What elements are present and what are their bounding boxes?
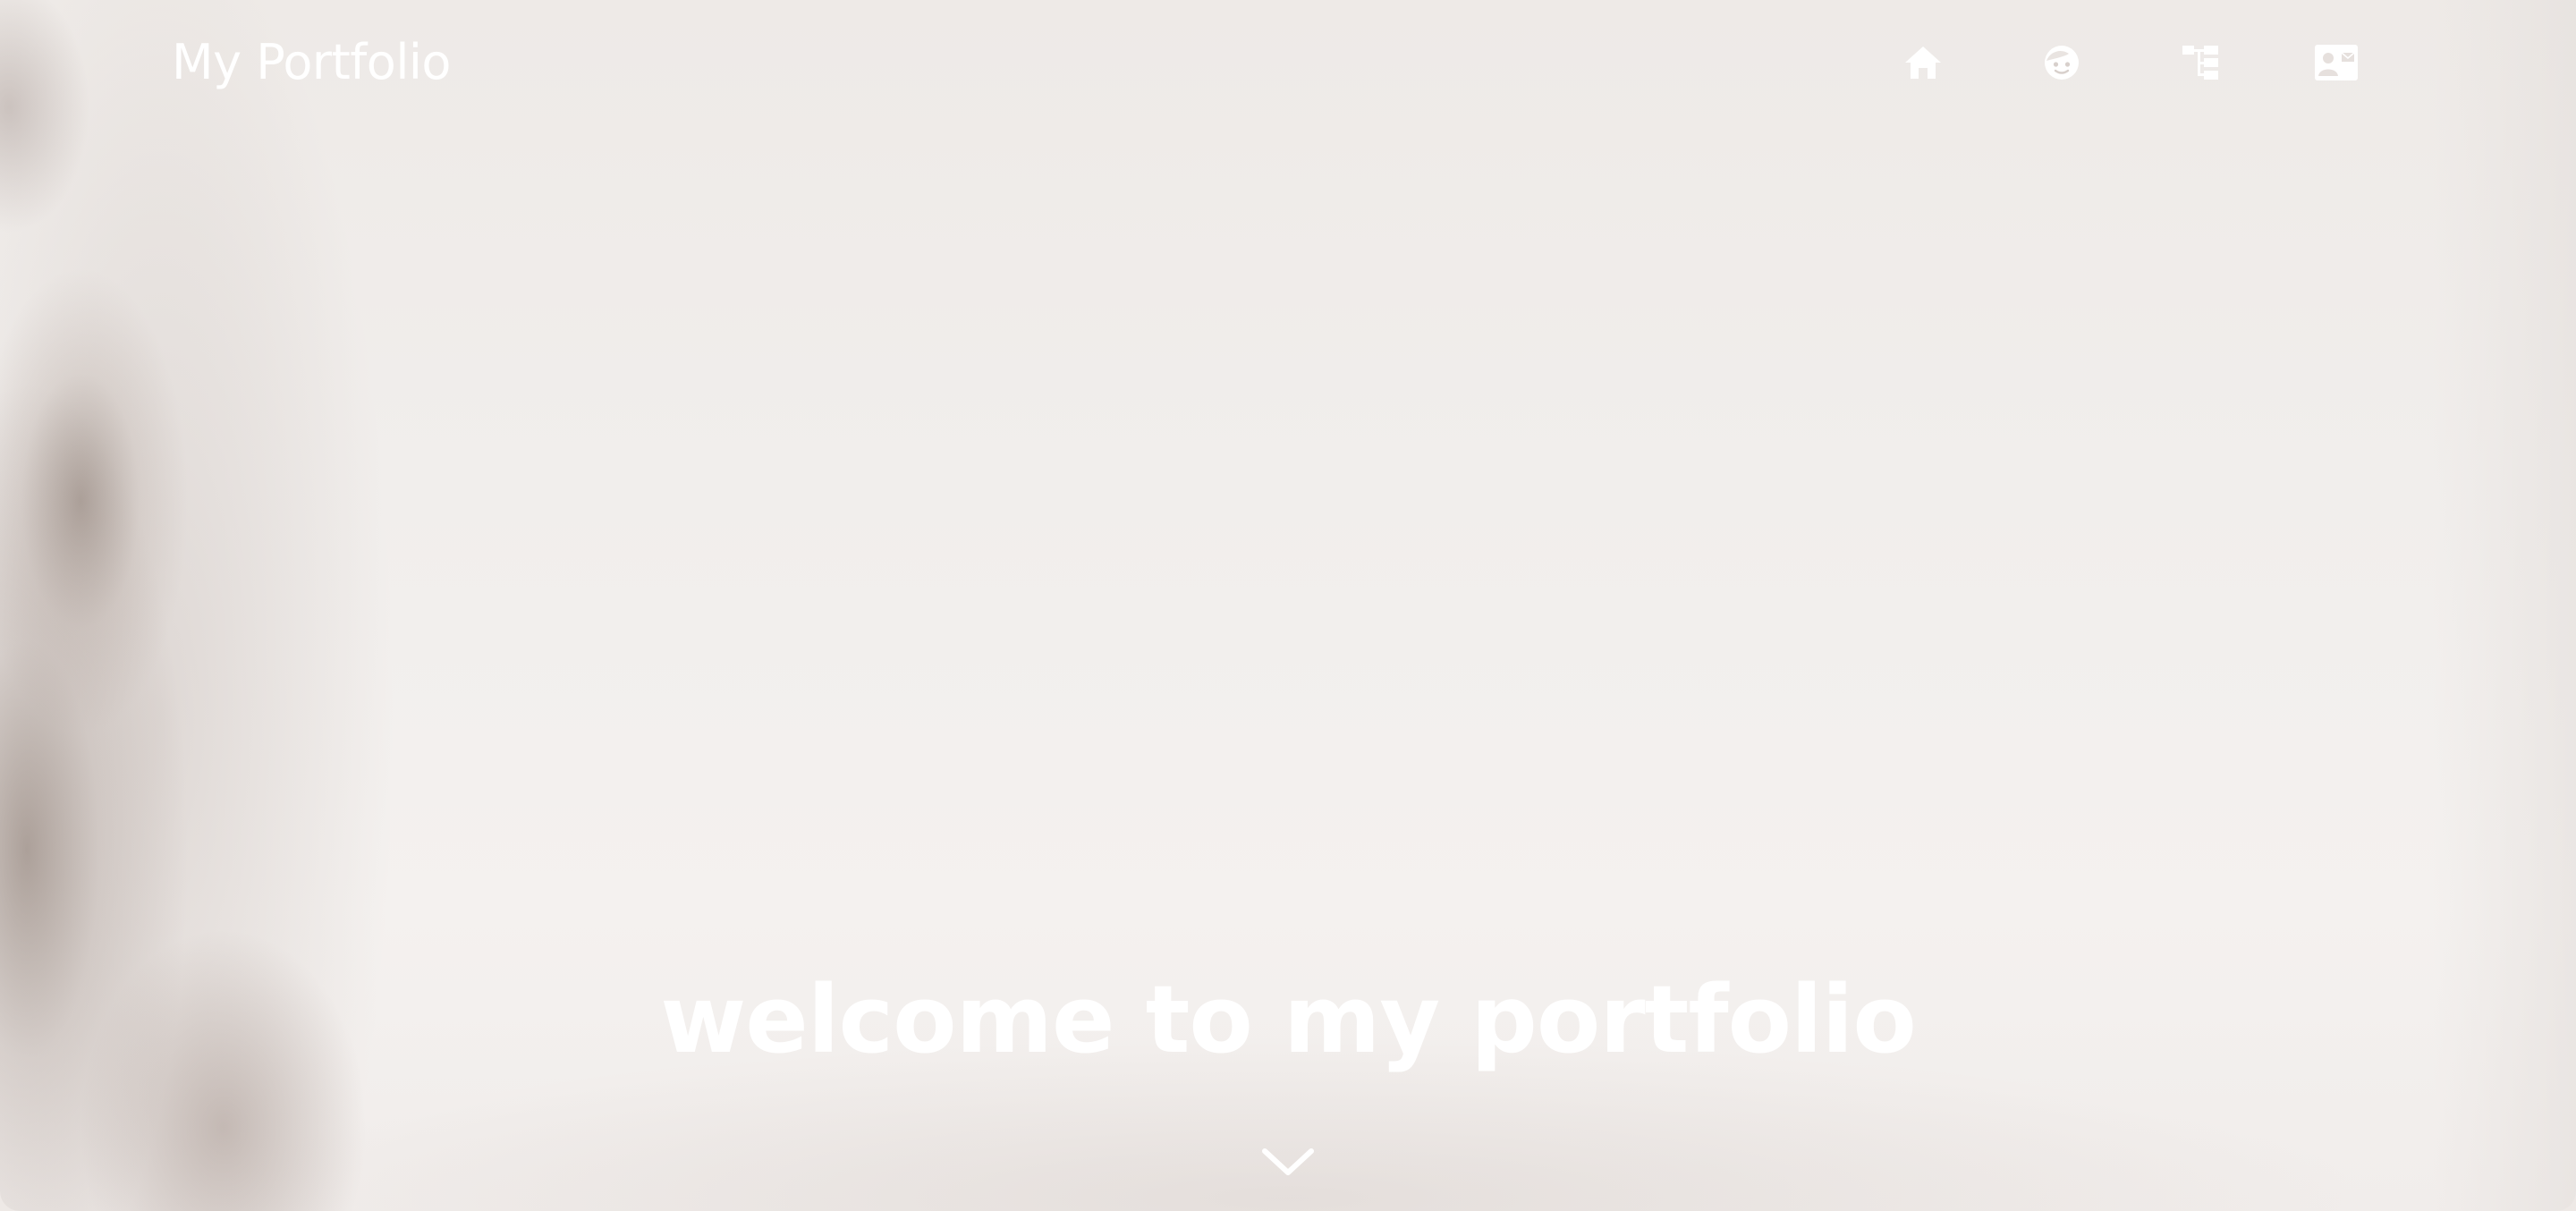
nav-contact-link[interactable] [2309, 36, 2363, 89]
nav-links [1878, 27, 2469, 98]
nav-home-link[interactable] [1896, 36, 1950, 89]
brand-link[interactable]: My Portfolio [172, 29, 451, 97]
page: My Portfolio welcome to my portfolio [0, 0, 2576, 1211]
home-icon [1905, 47, 1941, 79]
nav-skills-link[interactable] [2174, 36, 2227, 89]
hero-title: welcome to my portfolio [660, 964, 1917, 1074]
face-icon [2045, 46, 2079, 80]
chevron-down-icon [1262, 1148, 1314, 1175]
navbar: My Portfolio [0, 0, 2576, 125]
sitemap-icon [2182, 46, 2218, 80]
contact-card-icon [2315, 45, 2358, 80]
nav-about-link[interactable] [2035, 36, 2089, 89]
scroll-down-button[interactable] [1261, 1141, 1315, 1182]
